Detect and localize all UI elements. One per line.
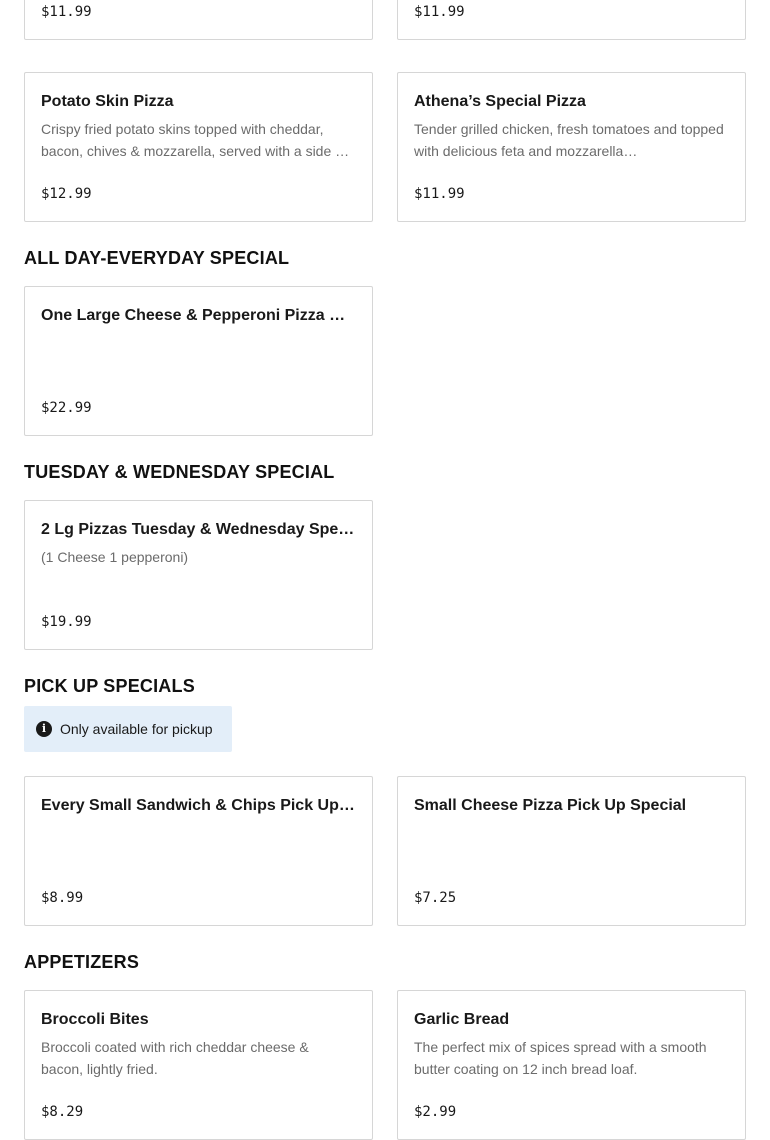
item-price: $11.99 <box>414 4 465 20</box>
section-title-all-day-special: ALL DAY-EVERYDAY SPECIAL <box>24 248 290 268</box>
menu-item-card[interactable]: 2 Lg Pizzas Tuesday & Wednesday Special … <box>24 500 373 650</box>
item-name: Small Cheese Pizza Pick Up Special <box>414 797 687 814</box>
item-name: Broccoli Bites <box>41 1011 149 1028</box>
menu-item-card[interactable]: One Large Cheese & Pepperoni Pizza & 2… … <box>24 286 373 436</box>
section-title-pickup-specials: PICK UP SPECIALS <box>24 676 195 696</box>
item-price: $11.99 <box>414 186 465 202</box>
item-price: $19.99 <box>41 614 92 630</box>
item-price: $8.29 <box>41 1104 84 1120</box>
info-icon: i <box>36 721 52 737</box>
item-price: $22.99 <box>41 400 92 416</box>
section-title-appetizers: APPETIZERS <box>24 952 140 972</box>
item-price: $8.99 <box>41 890 84 906</box>
pickup-notice-text: Only available for pickup <box>60 721 213 737</box>
pickup-notice: i Only available for pickup <box>24 706 232 752</box>
menu-item-card[interactable]: $11.99 <box>397 0 746 40</box>
menu-item-card[interactable]: Garlic Bread The perfect mix of spices s… <box>397 990 746 1140</box>
item-description: Tender grilled chicken, fresh tomatoes a… <box>414 121 724 159</box>
item-name: Potato Skin Pizza <box>41 93 174 110</box>
item-name: One Large Cheese & Pepperoni Pizza & 2… <box>41 307 356 324</box>
item-description: Broccoli coated with rich cheddar cheese… <box>41 1039 309 1077</box>
menu-item-card[interactable]: Every Small Sandwich & Chips Pick Up… $8… <box>24 776 373 926</box>
item-name: Every Small Sandwich & Chips Pick Up… <box>41 797 355 814</box>
item-description: The perfect mix of spices spread with a … <box>414 1039 707 1077</box>
menu-item-card[interactable]: Potato Skin Pizza Crispy fried potato sk… <box>24 72 373 222</box>
item-description: (1 Cheese 1 pepperoni) <box>41 549 189 565</box>
item-description: Crispy fried potato skins topped with ch… <box>41 121 350 159</box>
menu-item-card[interactable]: Broccoli Bites Broccoli coated with rich… <box>24 990 373 1140</box>
menu-item-card[interactable]: Athena’s Special Pizza Tender grilled ch… <box>397 72 746 222</box>
menu-item-card[interactable]: $11.99 <box>24 0 373 40</box>
item-name: Athena’s Special Pizza <box>414 93 586 110</box>
menu-item-card[interactable]: Small Cheese Pizza Pick Up Special $7.25 <box>397 776 746 926</box>
item-name: 2 Lg Pizzas Tuesday & Wednesday Special <box>41 521 356 538</box>
item-price: $11.99 <box>41 4 92 20</box>
item-price: $2.99 <box>414 1104 457 1120</box>
item-price: $12.99 <box>41 186 92 202</box>
item-price: $7.25 <box>414 890 457 906</box>
item-name: Garlic Bread <box>414 1011 510 1028</box>
section-title-tue-wed-special: TUESDAY & WEDNESDAY SPECIAL <box>24 462 335 482</box>
